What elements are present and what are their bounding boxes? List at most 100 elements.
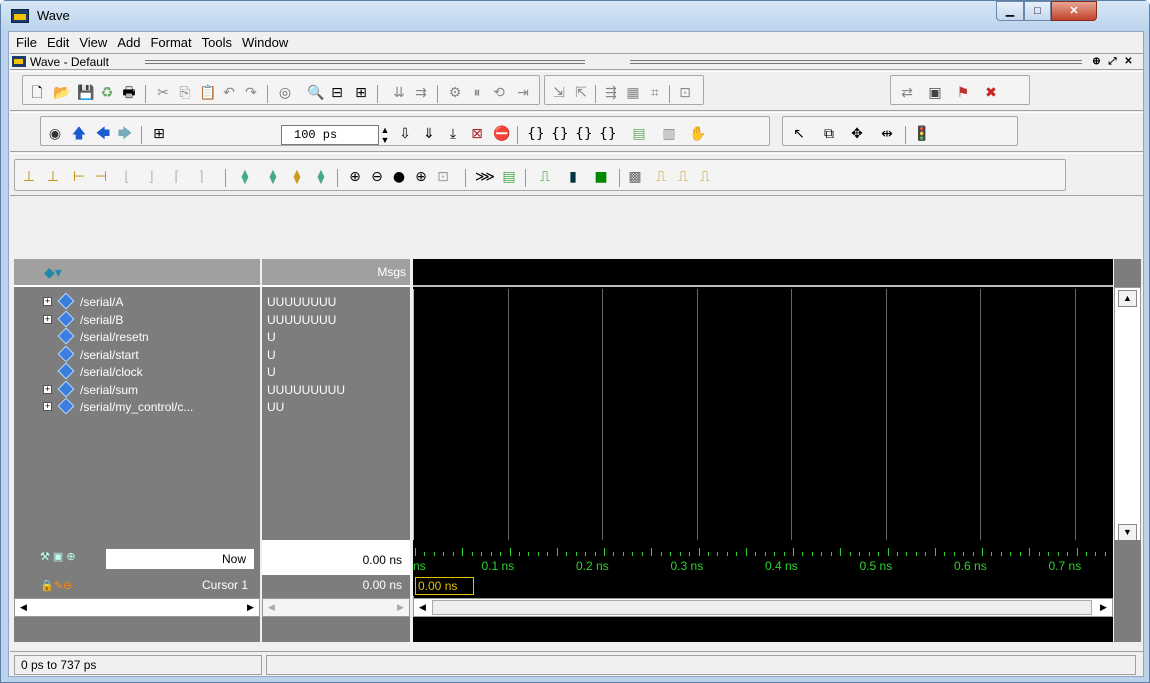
menu-add[interactable]: Add	[112, 32, 145, 52]
scroll-thumb[interactable]	[432, 600, 1092, 615]
select-mode-icon[interactable]: ↖	[791, 126, 807, 142]
wave-compare-icon[interactable]: ⇄	[899, 85, 915, 101]
profile-icon[interactable]: ⚑	[955, 85, 971, 101]
prev-rising-icon[interactable]: ⌈	[169, 169, 185, 185]
collapse-all-icon[interactable]: ⊟	[329, 85, 345, 101]
scroll-left-icon[interactable]: ◀	[415, 600, 430, 615]
cursor-label[interactable]: Cursor 1	[202, 578, 248, 592]
wave-step-3-icon[interactable]: ⎍	[697, 169, 713, 185]
lock-icon[interactable]: 🔒✎⊖	[40, 579, 72, 592]
break-sim-icon[interactable]: ⊠	[469, 126, 485, 142]
run-icon[interactable]: ⇩	[397, 126, 413, 142]
menu-edit[interactable]: Edit	[42, 32, 74, 52]
wave-hscrollbar[interactable]: ◀ ▶	[413, 598, 1113, 617]
insert-cursor-icon[interactable]: ⊥	[21, 169, 37, 185]
scroll-left-icon[interactable]: ◀	[264, 600, 279, 615]
expand-time-icon[interactable]: ⋙	[475, 169, 495, 185]
menu-file[interactable]: File	[11, 32, 42, 52]
signal-row[interactable]: /serial/clock	[14, 362, 260, 380]
stop-icon[interactable]: ⛔	[493, 126, 510, 142]
find-icon[interactable]: 🔍	[307, 85, 324, 101]
menu-view[interactable]: View	[74, 32, 112, 52]
prev-falling-icon[interactable]: ⌊	[119, 169, 135, 185]
scroll-right-icon[interactable]: ▶	[393, 600, 408, 615]
menu-format[interactable]: Format	[145, 32, 196, 52]
cursor-time-box[interactable]: 0.00 ns	[415, 577, 474, 595]
scroll-down-icon[interactable]: ▼	[1118, 524, 1137, 541]
signal-row[interactable]: /serial/start	[14, 345, 260, 363]
delete-cursor-icon[interactable]: ⊥	[45, 169, 61, 185]
add-wave-icon[interactable]: ⧫	[237, 169, 253, 185]
menu-window[interactable]: Window	[237, 32, 293, 52]
signal-row[interactable]: + /serial/B	[14, 310, 260, 328]
zoom-cursor-icon[interactable]: ⊕	[413, 169, 429, 185]
panel-close-icon[interactable]: ✕	[1122, 55, 1135, 68]
signal-row[interactable]: /serial/resetn	[14, 327, 260, 345]
value-hscrollbar[interactable]: ◀ ▶	[262, 598, 410, 617]
schematic-icon[interactable]: ⌗	[647, 85, 663, 101]
scroll-up-icon[interactable]: ▲	[1118, 290, 1137, 307]
undock-icon[interactable]: ⊕	[1090, 55, 1103, 68]
add-bookmark-icon[interactable]: ⧫	[313, 169, 329, 185]
step-back-icon[interactable]: {}	[599, 126, 617, 142]
minimize-button[interactable]: ▁	[996, 1, 1024, 21]
hand-icon[interactable]: ✋	[689, 126, 706, 142]
panel-grip-right[interactable]	[630, 60, 1082, 64]
paste-icon[interactable]: 📋	[199, 85, 216, 101]
signal-row[interactable]: + /serial/my_control/c...	[14, 397, 260, 415]
menu-tools[interactable]: Tools	[197, 32, 237, 52]
vertical-scrollbar[interactable]: ▲ ▼	[1114, 287, 1141, 544]
edit-mode-icon[interactable]: ⇹	[879, 126, 895, 142]
forward-arrow-icon[interactable]: 🡆	[117, 126, 133, 142]
monitor-icon[interactable]: ▣	[927, 85, 943, 101]
compile-icon[interactable]: ⇊	[391, 85, 407, 101]
signal-row[interactable]: + /serial/sum	[14, 380, 260, 398]
continue-icon[interactable]: ⇓	[421, 126, 437, 142]
env-icon[interactable]: ◉	[47, 126, 63, 142]
zoom-full-icon[interactable]: ●	[391, 169, 407, 185]
cut-icon[interactable]: ✂	[155, 85, 171, 101]
wave-analog-icon[interactable]: ▩	[627, 169, 643, 185]
wave-group-icon[interactable]: ◆▾	[44, 264, 62, 280]
add-divider-icon[interactable]: ⧫	[289, 169, 305, 185]
up-arrow-icon[interactable]: 🡅	[71, 126, 87, 142]
dataflow-icon[interactable]: ⇶	[603, 85, 619, 101]
wave-bus-icon[interactable]: ■	[593, 169, 609, 185]
help-icon[interactable]: ◎	[277, 85, 293, 101]
break-icon[interactable]: ⏸	[469, 85, 485, 101]
new-icon[interactable]: 🗋	[29, 85, 45, 101]
zoom-area-icon[interactable]: ⊡	[435, 169, 451, 185]
expand-icon[interactable]: +	[43, 384, 52, 394]
scroll-right-icon[interactable]: ▶	[1096, 600, 1111, 615]
print-icon[interactable]: 🖶	[121, 85, 137, 101]
step-out-icon[interactable]: ⇱	[573, 85, 589, 101]
zoom-out-icon[interactable]: ⊖	[369, 169, 385, 185]
step-over-sim-icon[interactable]: {}	[551, 126, 569, 142]
next-edge-icon[interactable]: ⊣	[93, 169, 109, 185]
prev-edge-icon[interactable]: ⊢	[71, 169, 87, 185]
run-all-icon[interactable]: ⤓	[445, 126, 461, 142]
time-spinner[interactable]: ▲ ▼	[380, 125, 390, 145]
copy-icon[interactable]: ⎘	[177, 85, 193, 101]
wave-literal-icon[interactable]: ⎍	[537, 169, 553, 185]
refresh-icon[interactable]: ♻	[99, 85, 115, 101]
step-over-icon[interactable]: ⇲	[551, 85, 567, 101]
cursor-tools-icon[interactable]: ⚒ ▣ ⊕	[40, 550, 76, 563]
run-length-icon[interactable]: ⊞	[151, 126, 167, 142]
zoom-in-icon[interactable]: ⊕	[347, 169, 363, 185]
compile-all-icon[interactable]: ⇉	[413, 85, 429, 101]
step-out-sim-icon[interactable]: {}	[575, 126, 593, 142]
time-ruler[interactable]: ns 0.1 ns 0.2 ns 0.3 ns 0.4 ns 0.5 ns 0.6 ns 0.…	[413, 540, 1116, 575]
expand-icon[interactable]: +	[43, 402, 52, 411]
performance-icon[interactable]: ▥	[661, 126, 677, 142]
scroll-left-icon[interactable]: ◀	[16, 600, 31, 615]
add-group-icon[interactable]: ⧫	[265, 169, 281, 185]
name-hscrollbar[interactable]: ◀ ▶	[14, 598, 260, 617]
zoom-mode-icon[interactable]: ⧉	[821, 126, 837, 142]
wave-logic-icon[interactable]: ▮	[565, 169, 581, 185]
back-arrow-icon[interactable]: 🡄	[95, 126, 111, 142]
restart-sim-icon[interactable]: ▤	[631, 126, 647, 142]
memory-icon[interactable]: ▦	[625, 85, 641, 101]
close-button[interactable]: ✕	[1051, 1, 1097, 21]
expand-icon[interactable]: +	[43, 297, 52, 306]
